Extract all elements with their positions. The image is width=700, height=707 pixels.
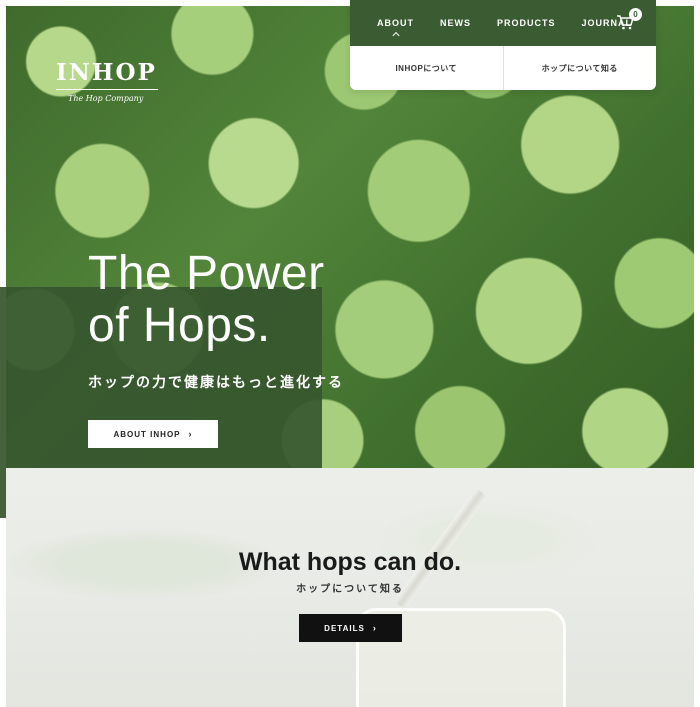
details-button[interactable]: DETAILS › bbox=[299, 614, 402, 642]
brand-logo[interactable]: INHOP The Hop Company bbox=[56, 60, 158, 103]
submenu-item-about-inhop[interactable]: INHOPについて bbox=[350, 46, 503, 90]
section-subtitle: ホップについて知る bbox=[296, 584, 404, 595]
hero-subtitle: ホップの力で健康はもっと進化する bbox=[88, 374, 344, 390]
about-inhop-button-label: ABOUT INHOP bbox=[113, 429, 181, 439]
about-submenu: INHOPについて ホップについて知る bbox=[350, 46, 656, 90]
chevron-right-icon: › bbox=[372, 623, 377, 633]
logo-tagline: The Hop Company bbox=[68, 94, 144, 103]
cart-button[interactable]: 0 bbox=[616, 8, 642, 32]
cart-count-badge: 0 bbox=[629, 8, 642, 21]
hero-title-line-1: The Power bbox=[88, 247, 325, 300]
hero-title-line-2: of Hops. bbox=[88, 299, 271, 352]
nav-bar: ABOUT NEWS PRODUCTS JOURNAL 0 bbox=[350, 0, 656, 46]
main-navigation: ABOUT NEWS PRODUCTS JOURNAL 0 INHOPについて … bbox=[350, 0, 656, 90]
section-title: What hops can do. bbox=[238, 548, 462, 576]
chevron-right-icon: › bbox=[188, 429, 193, 439]
about-inhop-button[interactable]: ABOUT INHOP › bbox=[88, 420, 218, 448]
logo-wordmark: INHOP bbox=[56, 59, 157, 86]
nav-link-products[interactable]: PRODUCTS bbox=[497, 18, 556, 28]
nav-link-news[interactable]: NEWS bbox=[440, 18, 471, 28]
details-button-label: DETAILS bbox=[324, 623, 365, 633]
hero-title: The Power of Hops. bbox=[88, 248, 388, 352]
nav-link-about[interactable]: ABOUT bbox=[377, 18, 414, 28]
submenu-item-learn-hops[interactable]: ホップについて知る bbox=[502, 46, 657, 90]
logo-divider bbox=[56, 89, 158, 90]
